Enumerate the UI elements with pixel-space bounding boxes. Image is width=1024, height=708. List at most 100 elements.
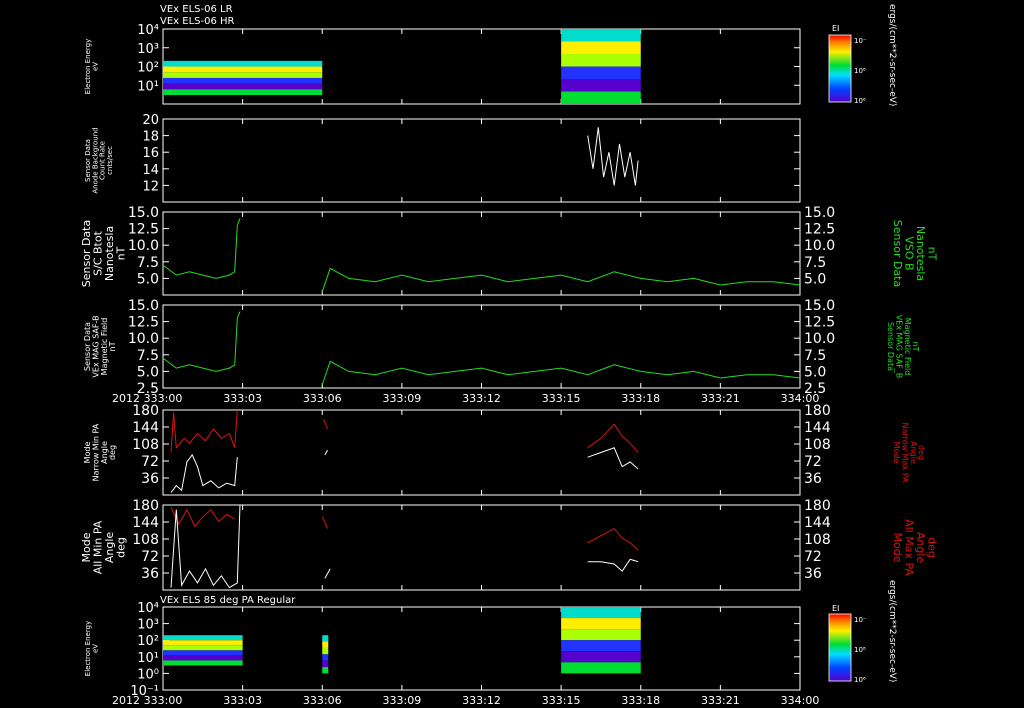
heatmap-band bbox=[561, 54, 641, 67]
y-tick-label: 10⁴ bbox=[137, 23, 159, 38]
y-tick-label: 36 bbox=[141, 566, 159, 582]
heatmap-band bbox=[561, 651, 641, 663]
y-tick-label-right: 108 bbox=[804, 532, 831, 548]
y-tick-label: 7.5 bbox=[137, 255, 159, 271]
y-tick-label: 10³ bbox=[137, 618, 159, 633]
y-axis-label-line: deg bbox=[115, 537, 128, 558]
y-tick-label-right: 7.5 bbox=[804, 348, 826, 364]
y-tick-label: 10⁰ bbox=[137, 667, 159, 682]
series-line-4 bbox=[324, 449, 329, 456]
y-tick-label-right: 15.0 bbox=[804, 205, 835, 221]
right-axis-label-line: deg bbox=[926, 537, 939, 558]
y-tick-label-right: 10.0 bbox=[804, 238, 835, 254]
y-tick-label-right: 180 bbox=[804, 403, 831, 419]
series-line-2 bbox=[321, 360, 801, 385]
right-axis-label-line: Sensor Data bbox=[891, 220, 904, 287]
y-axis-label-line: nT bbox=[108, 341, 117, 351]
heatmap-band bbox=[163, 89, 323, 96]
right-axis-label-line: Angle bbox=[909, 441, 918, 464]
colorbar-title-top: EI bbox=[832, 24, 839, 33]
y-tick-label: 10³ bbox=[137, 42, 159, 57]
header-line2: VEx ELS-06 HR bbox=[160, 16, 235, 27]
series-line-6 bbox=[587, 447, 639, 470]
series-line-6 bbox=[587, 558, 639, 572]
right-axis-label-line: nT bbox=[926, 247, 939, 261]
panel-3: 15.0 15.012.5 12.510.0 10.07.5 7.55.0 5.0Sens… bbox=[80, 205, 939, 296]
series-line-1 bbox=[170, 409, 238, 453]
x-tick-label: 333:09 bbox=[383, 392, 422, 405]
x-tick-label: 334:00 bbox=[781, 392, 820, 405]
y-tick-label: 10¹ bbox=[137, 651, 159, 666]
series-line-1 bbox=[587, 127, 639, 186]
y-tick-label-right: 12.5 bbox=[804, 222, 835, 238]
x-tick-label: 333:03 bbox=[223, 694, 262, 707]
x-tick-label: 333:06 bbox=[303, 694, 342, 707]
panel-6: 180 180144 144108 10872 7236 36ModeAll Min PA… bbox=[80, 498, 939, 591]
series-line-2 bbox=[170, 504, 241, 589]
x-tick-label: 333:21 bbox=[701, 392, 740, 405]
multi-panel-plot: VEx ELS-06 LR VEx ELS-06 HR VEx ELS 85 d… bbox=[80, 4, 939, 707]
colorbar-tick-bottom-1: 10⁻ bbox=[854, 616, 867, 624]
y-tick-label-right: 144 bbox=[804, 515, 831, 531]
right-axis-label-line: Magnetic Field bbox=[903, 318, 912, 376]
right-axis-label-line: Sensor Data bbox=[886, 322, 895, 371]
series-line-1 bbox=[162, 218, 241, 279]
x-tick-label: 333:09 bbox=[383, 694, 422, 707]
y-tick-label-right: 5.0 bbox=[804, 271, 826, 287]
right-axis-label: Sensor DataVEx MAG SAF_BMagnetic FieldnT bbox=[886, 315, 920, 379]
y-tick-label-right: 12.5 bbox=[804, 315, 835, 331]
panel-1: 10⁴ 10³ 10² 10¹ Electron EnergyeV bbox=[84, 23, 801, 105]
y-axis-label-line: cnts/sec bbox=[106, 146, 114, 175]
panel-5: 180 180144 144108 10872 7236 36ModeNarrow Min… bbox=[83, 403, 926, 496]
y-tick-label: 5.0 bbox=[137, 364, 159, 380]
panel-4: 15.0 15.012.5 12.510.0 10.07.5 7.55.0 5.02.5 2… bbox=[83, 298, 920, 397]
y-tick-label: 10.0 bbox=[128, 331, 159, 347]
heatmap-band bbox=[561, 618, 641, 630]
x-tick-label: 333:00 bbox=[144, 392, 183, 405]
heatmap-band bbox=[561, 79, 641, 92]
series-line-1 bbox=[170, 507, 235, 528]
y-tick-label-right: 7.5 bbox=[804, 255, 826, 271]
right-axis-label-line: Angle bbox=[914, 532, 927, 564]
y-tick-label: 144 bbox=[132, 515, 159, 531]
colorbar-tick-top-2: 10⁸ bbox=[854, 67, 866, 75]
heatmap-band bbox=[163, 72, 323, 78]
right-axis-label: ModeAll Max PAAngledeg bbox=[891, 519, 939, 576]
y-axis-label: ModeAll Min PAAngledeg bbox=[80, 520, 128, 574]
right-axis-label-line: deg bbox=[917, 445, 926, 460]
y-tick-label: 72 bbox=[141, 549, 159, 565]
y-tick-label-right: 36 bbox=[804, 566, 822, 582]
colorbar-tick-top-3: 10⁶ bbox=[854, 97, 866, 105]
heatmap-band bbox=[322, 660, 329, 668]
panel-frame bbox=[162, 304, 801, 389]
heatmap-band bbox=[561, 629, 641, 641]
series-line-2 bbox=[321, 267, 801, 292]
panel-frame bbox=[162, 118, 801, 203]
x-tick-label: 333:15 bbox=[542, 694, 581, 707]
heatmap-band bbox=[561, 607, 641, 619]
y-tick-label: 16 bbox=[142, 146, 159, 161]
y-tick-label: 72 bbox=[141, 454, 159, 470]
y-tick-label: 20 bbox=[142, 113, 159, 128]
series-line-4 bbox=[324, 568, 331, 579]
right-axis-label-line: Mode bbox=[892, 442, 901, 464]
x-tick-label: 333:12 bbox=[462, 392, 501, 405]
heatmap-band bbox=[322, 654, 329, 661]
series-line-3 bbox=[323, 419, 329, 430]
series-line-1 bbox=[162, 311, 241, 372]
panel-7: 10⁴10³10²10¹10⁰10⁻¹Electron EnergyeV bbox=[84, 601, 801, 699]
heatmap-band bbox=[163, 645, 243, 651]
y-tick-label-right: 5.0 bbox=[804, 364, 826, 380]
y-tick-label: 180 bbox=[132, 403, 159, 419]
right-axis-label-line: Mode bbox=[891, 533, 904, 563]
heatmap-band bbox=[322, 647, 329, 655]
x-tick-label: 333:12 bbox=[462, 694, 501, 707]
y-tick-label-right: 36 bbox=[804, 471, 822, 487]
y-tick-label: 14 bbox=[142, 163, 159, 178]
heatmap-band bbox=[561, 66, 641, 79]
right-axis-label-line: Nanotesla bbox=[914, 226, 927, 281]
y-tick-label: 12.5 bbox=[128, 315, 159, 331]
heatmap-band bbox=[163, 83, 323, 90]
y-axis-label: Electron EnergyeV bbox=[84, 39, 99, 94]
y-tick-label: 180 bbox=[132, 498, 159, 514]
